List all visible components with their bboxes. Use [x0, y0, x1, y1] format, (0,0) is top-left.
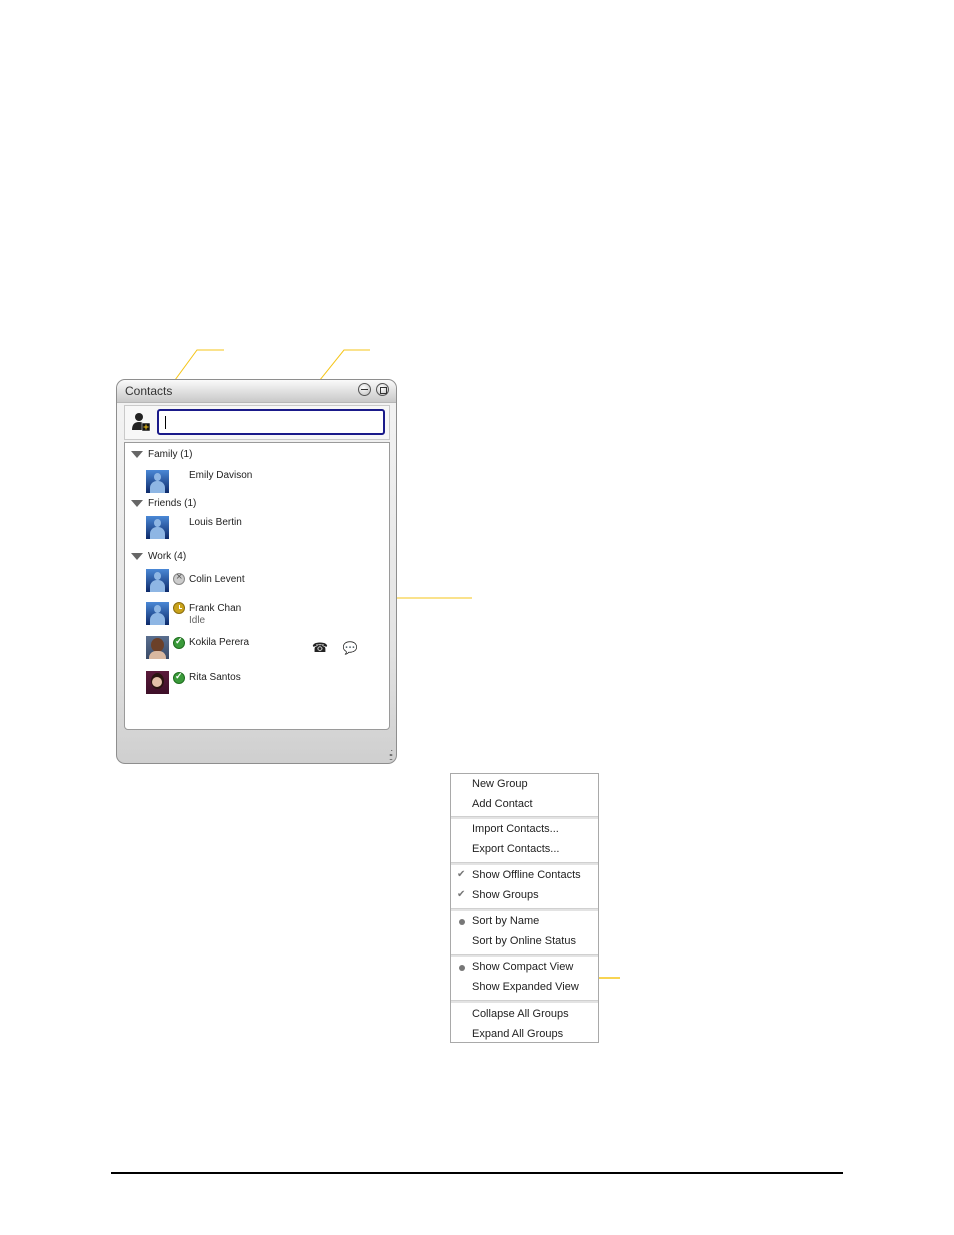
window-title: Contacts [125, 384, 173, 398]
menu-item-expand-all-groups[interactable]: Expand All Groups [472, 1028, 563, 1040]
search-input[interactable] [157, 409, 385, 435]
menu-item-sort-by-name[interactable]: Sort by Name [472, 915, 539, 927]
avatar [146, 602, 169, 625]
online-status-icon [173, 636, 185, 649]
expand-triangle-icon[interactable] [131, 450, 143, 458]
menu-item-show-compact-view[interactable]: Show Compact View [472, 961, 573, 973]
add-contact-icon[interactable] [131, 412, 151, 432]
resize-grip-icon[interactable]: .::: [389, 748, 393, 762]
contacts-window: Contacts Family (1) Emily Davison Friend… [116, 379, 397, 764]
menu-item-new-group[interactable]: New Group [472, 778, 528, 790]
menu-separator [451, 954, 598, 957]
group-header-work[interactable]: Work (4) [131, 551, 186, 562]
menu-item-sort-by-online-status[interactable]: Sort by Online Status [472, 935, 576, 947]
menu-separator [451, 816, 598, 819]
contact-name[interactable]: Colin Levent [189, 574, 245, 585]
group-header-friends[interactable]: Friends (1) [131, 498, 196, 509]
phone-icon[interactable]: ☎ [310, 638, 330, 658]
menu-item-export-contacts[interactable]: Export Contacts... [472, 843, 559, 855]
avatar [146, 516, 169, 539]
check-icon: ✔ [457, 889, 466, 900]
online-status-icon [173, 671, 185, 684]
footer-rule [111, 1172, 843, 1174]
offline-status-icon [173, 571, 185, 585]
group-header-family[interactable]: Family (1) [131, 449, 192, 460]
contact-name[interactable]: Frank Chan [189, 603, 241, 614]
menu-separator [451, 1000, 598, 1003]
contact-name[interactable]: Louis Bertin [189, 517, 242, 528]
radio-dot-icon [459, 919, 465, 925]
contacts-options-menu: New Group Add Contact Import Contacts...… [450, 773, 599, 1043]
contact-name[interactable]: Rita Santos [189, 672, 241, 683]
menu-item-show-offline-contacts[interactable]: Show Offline Contacts [472, 869, 581, 881]
text-caret [165, 416, 166, 429]
menu-item-add-contact[interactable]: Add Contact [472, 798, 533, 810]
expand-triangle-icon[interactable] [131, 499, 143, 507]
avatar [146, 569, 169, 592]
radio-dot-icon [459, 965, 465, 971]
contacts-toolbar [124, 405, 390, 440]
avatar [146, 636, 169, 659]
avatar [146, 470, 169, 493]
avatar [146, 671, 169, 694]
menu-separator [451, 908, 598, 911]
title-bar[interactable]: Contacts [117, 380, 396, 403]
restore-icon[interactable] [376, 383, 389, 396]
idle-status-icon [173, 602, 185, 614]
menu-item-show-groups[interactable]: Show Groups [472, 889, 539, 901]
menu-item-import-contacts[interactable]: Import Contacts... [472, 823, 559, 835]
check-icon: ✔ [457, 869, 466, 880]
contact-substatus: Idle [189, 615, 206, 626]
contact-list[interactable]: Family (1) Emily Davison Friends (1) Lou… [124, 442, 390, 730]
contact-name[interactable]: Kokila Perera [189, 637, 249, 648]
minimize-icon[interactable] [358, 383, 371, 396]
menu-separator [451, 862, 598, 865]
menu-item-collapse-all-groups[interactable]: Collapse All Groups [472, 1008, 569, 1020]
contact-name[interactable]: Emily Davison [189, 470, 252, 481]
chat-icon[interactable]: 💬 [340, 638, 360, 658]
expand-triangle-icon[interactable] [131, 552, 143, 560]
menu-item-show-expanded-view[interactable]: Show Expanded View [472, 981, 579, 993]
